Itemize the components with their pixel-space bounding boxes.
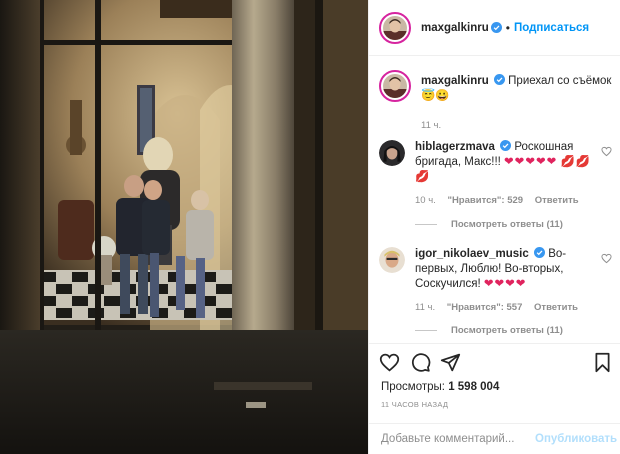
- comment-icon[interactable]: [410, 352, 431, 373]
- caption-body: maxgalkinru Приехал со съёмок 😇😀 11 ч.: [421, 74, 620, 133]
- commenter-username[interactable]: hiblagerzmava: [415, 141, 495, 153]
- caption-avatar[interactable]: [379, 70, 411, 102]
- view-count[interactable]: Просмотры: 1 598 004: [381, 381, 499, 393]
- caption-username[interactable]: maxgalkinru: [421, 75, 489, 87]
- action-icons: [379, 352, 614, 378]
- post-sidebar: maxgalkinru • Подписаться maxgalkinru Пр…: [368, 0, 620, 454]
- post-video[interactable]: [0, 0, 368, 454]
- comment: igor_nikolaev_music Во-первых, Люблю! Во…: [379, 247, 612, 315]
- caption: maxgalkinru Приехал со съёмок 😇😀 11 ч.: [379, 70, 620, 133]
- comment-meta: 10 ч. "Нравится": 529 Ответить: [415, 193, 595, 208]
- replies-divider: [415, 224, 437, 225]
- reply-button[interactable]: Ответить: [534, 302, 578, 313]
- caption-time[interactable]: 11 ч.: [421, 120, 441, 131]
- publish-button[interactable]: Опубликовать: [535, 433, 617, 445]
- views-label: Просмотры:: [381, 381, 445, 393]
- caption-avatar-image: [383, 74, 407, 98]
- comment-meta: 11 ч. "Нравится": 557 Ответить: [415, 300, 595, 315]
- instagram-post: maxgalkinru • Подписаться maxgalkinru Пр…: [0, 0, 620, 454]
- post-timestamp[interactable]: 11 ЧАСОВ НАЗАД: [381, 400, 448, 409]
- like-comment-heart-icon[interactable]: [601, 146, 612, 157]
- view-replies-button[interactable]: Посмотреть ответы (11): [415, 325, 563, 336]
- caption-emoji-angel: 😇: [421, 90, 436, 102]
- like-comment-heart-icon[interactable]: [601, 253, 612, 264]
- author-avatar[interactable]: [379, 11, 411, 44]
- view-replies-button[interactable]: Посмотреть ответы (11): [415, 219, 563, 230]
- caption-emoji-grin: 😀: [435, 90, 450, 102]
- post-header: maxgalkinru • Подписаться: [369, 0, 620, 56]
- commenter-avatar-image: [379, 247, 405, 273]
- video-frame: [0, 0, 368, 454]
- post-actions: Просмотры: 1 598 004 11 ЧАСОВ НАЗАД: [369, 343, 620, 423]
- commenter-username[interactable]: igor_nikolaev_music: [415, 248, 529, 260]
- heart-emojis: ❤❤❤❤: [483, 278, 527, 290]
- verified-icon: [490, 22, 502, 33]
- heart-emojis: ❤❤❤❤❤: [504, 156, 558, 168]
- share-icon[interactable]: [440, 352, 461, 373]
- caption-meta: 11 ч.: [421, 118, 620, 133]
- verified-icon: [533, 247, 545, 258]
- comment-time[interactable]: 11 ч.: [415, 302, 435, 313]
- reply-button[interactable]: Ответить: [535, 195, 579, 206]
- heart-icon[interactable]: [379, 352, 400, 373]
- replies-divider: [415, 330, 437, 331]
- comment-likes[interactable]: "Нравится": 529: [447, 195, 523, 206]
- view-replies-label: Посмотреть ответы (11): [451, 219, 563, 230]
- bookmark-icon[interactable]: [592, 352, 613, 373]
- views-value: 1 598 004: [448, 381, 500, 393]
- caption-text: Приехал со съёмок: [508, 75, 612, 87]
- add-comment-bar: Опубликовать: [369, 423, 620, 454]
- comment-likes[interactable]: "Нравится": 557: [447, 302, 523, 313]
- commenter-avatar-image: [379, 140, 405, 166]
- comment-body: hiblagerzmava Роскошная бригада, Макс!!!…: [415, 140, 595, 208]
- view-replies-label: Посмотреть ответы (11): [451, 325, 563, 336]
- header-separator: •: [505, 20, 510, 35]
- author-avatar-image: [383, 15, 407, 40]
- verified-icon: [493, 74, 505, 85]
- comment-time[interactable]: 10 ч.: [415, 195, 436, 206]
- author-username[interactable]: maxgalkinru: [421, 22, 489, 34]
- comment-body: igor_nikolaev_music Во-первых, Люблю! Во…: [415, 247, 595, 315]
- comment: hiblagerzmava Роскошная бригада, Макс!!!…: [379, 140, 612, 208]
- verified-icon: [500, 140, 512, 151]
- follow-button[interactable]: Подписаться: [514, 22, 589, 34]
- commenter-avatar[interactable]: [379, 140, 405, 166]
- commenter-avatar[interactable]: [379, 247, 405, 273]
- comments-list[interactable]: maxgalkinru Приехал со съёмок 😇😀 11 ч. h…: [369, 57, 620, 343]
- comment-input[interactable]: [381, 433, 535, 445]
